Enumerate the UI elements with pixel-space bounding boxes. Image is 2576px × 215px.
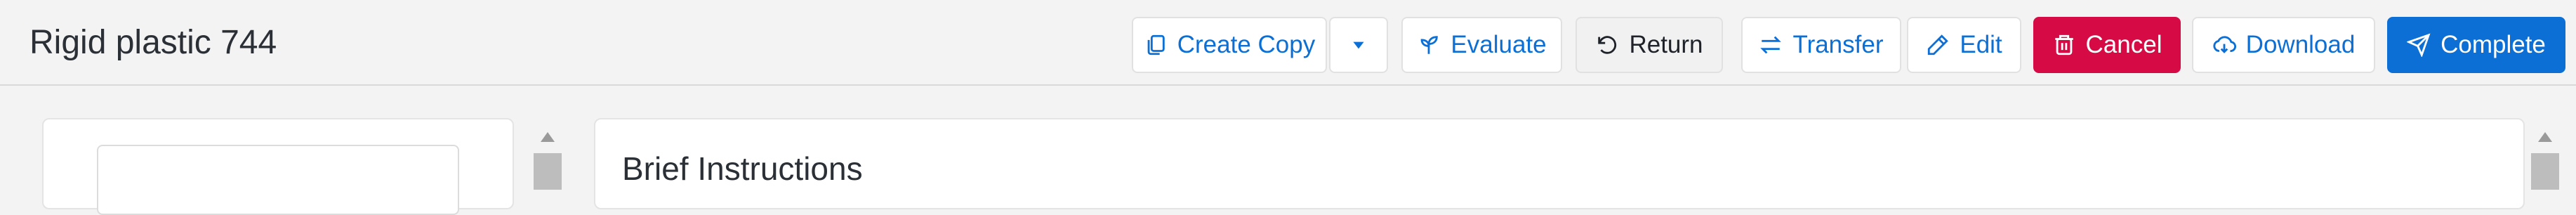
- page-title: Rigid plastic 744: [29, 24, 277, 61]
- left-scrollbar-thumb[interactable]: [534, 153, 562, 190]
- cancel-button[interactable]: Cancel: [2033, 17, 2181, 73]
- undo-icon: [1598, 36, 1617, 54]
- create-copy-button[interactable]: Create Copy: [1132, 17, 1327, 73]
- left-panel-field[interactable]: [97, 145, 459, 215]
- create-copy-label: Create Copy: [1177, 31, 1316, 58]
- edit-label: Edit: [1960, 31, 2002, 58]
- cloud-download-icon: [2213, 36, 2236, 53]
- sprout-icon: [1421, 36, 1439, 54]
- evaluate-button[interactable]: Evaluate: [1401, 17, 1562, 73]
- page-header: Rigid plastic 744 Create Copy Evaluate R…: [0, 0, 2576, 86]
- complete-label: Complete: [2440, 31, 2546, 58]
- trash-icon: [2054, 34, 2073, 56]
- download-button[interactable]: Download: [2192, 17, 2375, 73]
- complete-button[interactable]: Complete: [2387, 17, 2565, 73]
- copy-icon: [1147, 34, 1165, 56]
- transfer-arrows-icon: [1760, 36, 1782, 54]
- edit-button[interactable]: Edit: [1907, 17, 2021, 73]
- send-icon: [2407, 33, 2431, 57]
- download-label: Download: [2245, 31, 2356, 58]
- more-options-dropdown-button[interactable]: [1329, 17, 1388, 73]
- left-scroll-up-arrow[interactable]: [541, 132, 555, 142]
- transfer-label: Transfer: [1792, 31, 1884, 58]
- caret-down-icon: [1353, 41, 1364, 49]
- main-scrollbar-thumb[interactable]: [2531, 153, 2559, 190]
- cancel-label: Cancel: [2085, 31, 2162, 58]
- section-title: Brief Instructions: [622, 150, 863, 187]
- main-scroll-up-arrow[interactable]: [2538, 132, 2552, 142]
- evaluate-label: Evaluate: [1451, 31, 1547, 58]
- return-button[interactable]: Return: [1576, 17, 1723, 73]
- pencil-icon: [1928, 34, 1949, 56]
- transfer-button[interactable]: Transfer: [1741, 17, 1901, 73]
- return-label: Return: [1629, 31, 1703, 58]
- main-content-panel: [594, 118, 2525, 209]
